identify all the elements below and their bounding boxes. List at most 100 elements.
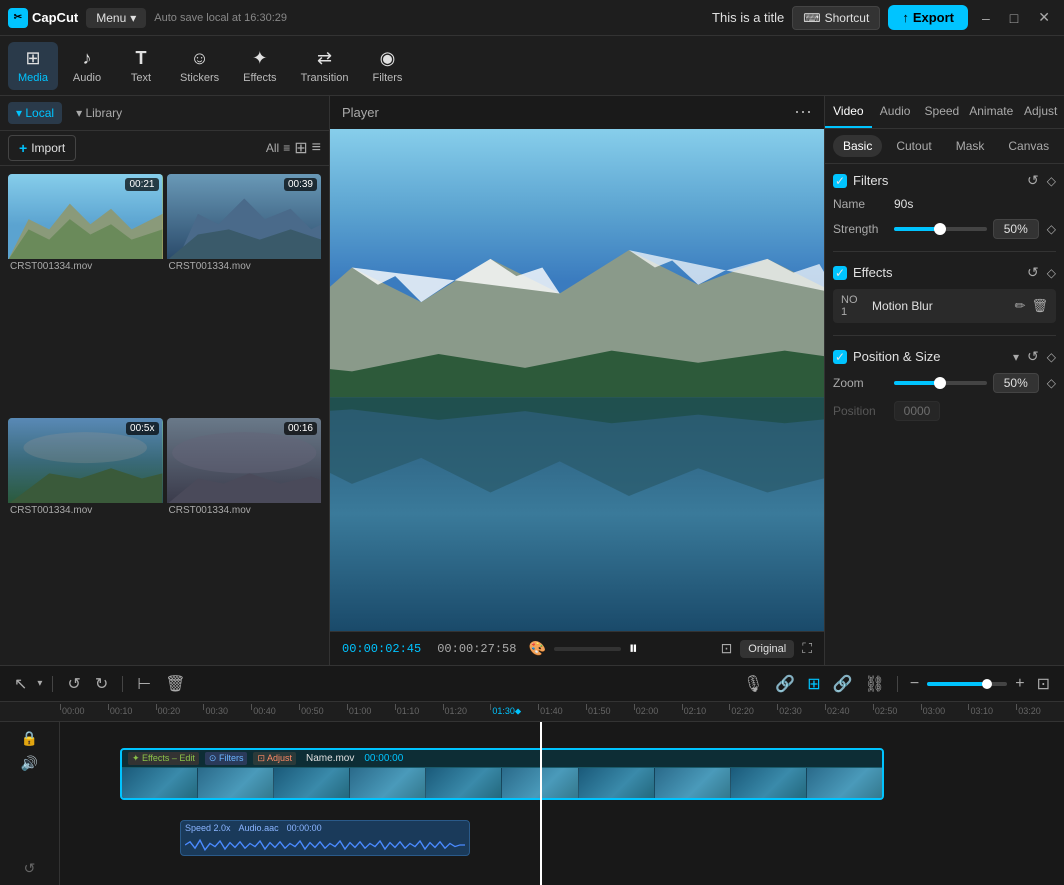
fit-button[interactable]: ⊡ bbox=[1033, 672, 1054, 696]
filters-icon: ◉ bbox=[380, 48, 396, 69]
list-item[interactable]: 00:5x CRST001334.mov bbox=[8, 418, 163, 658]
track-audio-button[interactable]: 🔊 bbox=[21, 755, 38, 772]
fullscreen-button[interactable]: ⛶ bbox=[802, 640, 812, 657]
select-tool-button[interactable]: ↖ bbox=[10, 672, 31, 696]
ruler-mark: 03:20 bbox=[1016, 706, 1064, 717]
position-size-undo-button[interactable]: ↺ bbox=[1027, 348, 1039, 365]
subtab-cutout[interactable]: Cutout bbox=[886, 135, 941, 157]
sidebar-item-effects[interactable]: ✦ Effects bbox=[233, 42, 286, 90]
player-viewport[interactable] bbox=[330, 129, 824, 631]
close-button[interactable]: ✕ bbox=[1032, 9, 1056, 26]
export-button[interactable]: ↑ Export bbox=[888, 5, 968, 30]
subtab-mask[interactable]: Mask bbox=[946, 135, 995, 157]
list-item[interactable]: 00:39 CRST001334.mov bbox=[167, 174, 322, 414]
track-content[interactable]: ✦ Effects – Edit ⊙ Filters ⊡ Adjust Name… bbox=[60, 722, 1064, 885]
tab-speed[interactable]: Speed bbox=[919, 96, 966, 128]
sidebar-item-media[interactable]: ⊞ Media bbox=[8, 42, 58, 90]
zoom-slider[interactable] bbox=[927, 682, 1007, 686]
add-track-button[interactable]: ↺ bbox=[24, 860, 36, 877]
maximize-button[interactable]: □ bbox=[1004, 10, 1024, 26]
project-title[interactable]: This is a title bbox=[712, 10, 784, 25]
mic-button[interactable]: 🎙 bbox=[739, 672, 767, 696]
sidebar-item-transition[interactable]: ⇄ Transition bbox=[291, 42, 359, 90]
position-size-keyframe-button[interactable]: ◇ bbox=[1047, 350, 1056, 364]
filter-strength-keyframe[interactable]: ◇ bbox=[1047, 222, 1056, 236]
redo-button[interactable]: ↻ bbox=[91, 672, 112, 696]
grid-view-button[interactable]: ⊞ bbox=[294, 138, 307, 158]
zoom-thumb[interactable] bbox=[982, 679, 992, 689]
import-button[interactable]: + Import bbox=[8, 135, 76, 161]
tab-adjust[interactable]: Adjust bbox=[1017, 96, 1064, 128]
delete-button[interactable]: 🗑 bbox=[161, 672, 189, 696]
select-dropdown[interactable]: ▾ bbox=[37, 678, 42, 689]
sidebar-item-filters[interactable]: ◉ Filters bbox=[362, 42, 412, 90]
position-size-expand[interactable]: ▾ bbox=[1013, 350, 1019, 364]
original-button[interactable]: Original bbox=[740, 640, 794, 658]
menu-button[interactable]: Menu ▾ bbox=[86, 8, 146, 28]
sidebar-item-stickers[interactable]: ☺ Stickers bbox=[170, 42, 229, 90]
ruler-mark: 02:10 bbox=[682, 706, 730, 717]
timeline-ruler: 00:00 00:10 00:20 00:30 00:40 00:50 01:0… bbox=[0, 702, 1064, 722]
filter-strength-input[interactable]: 50% bbox=[993, 219, 1039, 239]
effects-undo-button[interactable]: ↺ bbox=[1027, 264, 1039, 281]
undo-button[interactable]: ↺ bbox=[63, 672, 84, 696]
video-track-bar[interactable]: ✦ Effects – Edit ⊙ Filters ⊡ Adjust Name… bbox=[120, 748, 884, 800]
player-menu-button[interactable]: ⋯ bbox=[794, 102, 812, 123]
filters-checkbox[interactable]: ✓ bbox=[833, 174, 847, 188]
effects-icon: ✦ bbox=[252, 48, 267, 69]
track-lock-button[interactable]: 🔒 bbox=[21, 730, 38, 747]
effects-keyframe-button[interactable]: ◇ bbox=[1047, 266, 1056, 280]
list-item[interactable]: 00:21 CRST001334.mov bbox=[8, 174, 163, 414]
filters-undo-button[interactable]: ↺ bbox=[1027, 172, 1039, 189]
subtab-basic[interactable]: Basic bbox=[833, 135, 882, 157]
effects-checkbox[interactable]: ✓ bbox=[833, 266, 847, 280]
effect-item: NO 1 Motion Blur ✏ 🗑 bbox=[833, 289, 1056, 323]
sidebar-item-text[interactable]: T Text bbox=[116, 42, 166, 90]
link-audio-button[interactable]: 🔗 bbox=[771, 672, 799, 696]
filter-strength-thumb[interactable] bbox=[934, 223, 946, 235]
position-x-input[interactable] bbox=[894, 401, 940, 421]
effect-delete-button[interactable]: 🗑 bbox=[1031, 298, 1048, 314]
library-source-button[interactable]: ▾ Library bbox=[68, 102, 130, 124]
filters-keyframe-button[interactable]: ◇ bbox=[1047, 174, 1056, 188]
media-duration: 00:5x bbox=[126, 422, 158, 435]
tab-audio[interactable]: Audio bbox=[872, 96, 919, 128]
player-title: Player bbox=[342, 105, 794, 120]
zoom-thumb[interactable] bbox=[934, 377, 946, 389]
filters-section: ✓ Filters ↺ ◇ Name 90s Strength 50% bbox=[833, 172, 1056, 239]
color-picker-button[interactable]: 🎨 bbox=[528, 640, 545, 657]
effect-name: Motion Blur bbox=[872, 299, 1009, 313]
zoom-keyframe-button[interactable]: ◇ bbox=[1047, 376, 1056, 390]
zoom-out-button[interactable]: − bbox=[906, 673, 923, 695]
video-track-label: ✦ Effects – Edit ⊙ Filters ⊡ Adjust Name… bbox=[122, 750, 882, 767]
magnet-button[interactable]: ⊞ bbox=[803, 672, 824, 696]
list-item[interactable]: 00:16 CRST001334.mov bbox=[167, 418, 322, 658]
shortcut-button[interactable]: ⌨ Shortcut bbox=[792, 6, 880, 30]
tab-animate[interactable]: Animate bbox=[965, 96, 1017, 128]
list-view-button[interactable]: ≡ bbox=[312, 139, 321, 157]
zoom-row: Zoom 50% ◇ bbox=[833, 373, 1056, 393]
subtab-canvas[interactable]: Canvas bbox=[998, 135, 1059, 157]
effect-edit-button[interactable]: ✏ bbox=[1015, 298, 1026, 314]
audio-track-bar[interactable]: Speed 2.0x Audio.aac 00:00:00 bbox=[180, 820, 470, 856]
link-button[interactable]: 🔗 bbox=[829, 672, 857, 696]
unlink-button[interactable]: ⛓ bbox=[861, 672, 889, 696]
sidebar-item-audio[interactable]: ♪ Audio bbox=[62, 42, 112, 90]
zoom-slider[interactable] bbox=[894, 381, 987, 385]
tab-video[interactable]: Video bbox=[825, 96, 872, 128]
playhead[interactable] bbox=[540, 722, 542, 885]
zoom-fit-button[interactable]: ⊡ bbox=[721, 640, 733, 657]
audio-waveform bbox=[185, 837, 465, 853]
minimize-button[interactable]: – bbox=[976, 10, 996, 26]
position-size-checkbox[interactable]: ✓ bbox=[833, 350, 847, 364]
filter-strength-slider[interactable] bbox=[894, 227, 987, 231]
video-frame bbox=[655, 768, 731, 800]
play-button[interactable]: ⏸ bbox=[629, 638, 638, 659]
player-scrubber[interactable] bbox=[554, 647, 621, 651]
track-filename: Name.mov bbox=[306, 753, 354, 764]
split-button[interactable]: ⊢ bbox=[133, 672, 155, 696]
effects-tag: ✦ Effects – Edit bbox=[128, 752, 199, 765]
zoom-input[interactable]: 50% bbox=[993, 373, 1039, 393]
zoom-in-button[interactable]: + bbox=[1011, 673, 1028, 695]
local-source-button[interactable]: ▾ Local bbox=[8, 102, 62, 124]
